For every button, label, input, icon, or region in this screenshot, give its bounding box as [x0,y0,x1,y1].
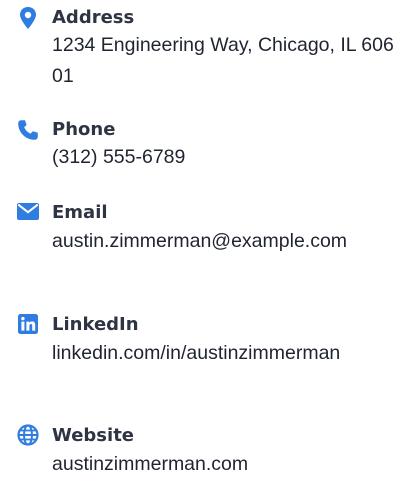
phone-icon [16,118,40,142]
map-pin-icon [16,6,40,30]
contact-label-phone: Phone [52,119,116,140]
globe-icon [16,423,40,447]
contact-label-email: Email [52,202,108,223]
contact-value-linkedin: linkedin.com/in/austinzimmerman [52,342,341,364]
contact-label-linkedin: LinkedIn [52,314,139,335]
contact-value-address: 1234 Engineering Way, Chicago, IL 60601 [52,34,394,87]
contact-label-website: Website [52,425,135,446]
contact-label-address: Address [52,7,135,28]
contact-value-website: austinzimmerman.com [52,453,249,475]
envelope-icon [16,199,40,223]
linkedin-icon [16,312,40,336]
contact-value-email: austin.zimmerman@example.com [52,230,348,252]
contact-value-phone: (312) 555-6789 [52,146,186,168]
